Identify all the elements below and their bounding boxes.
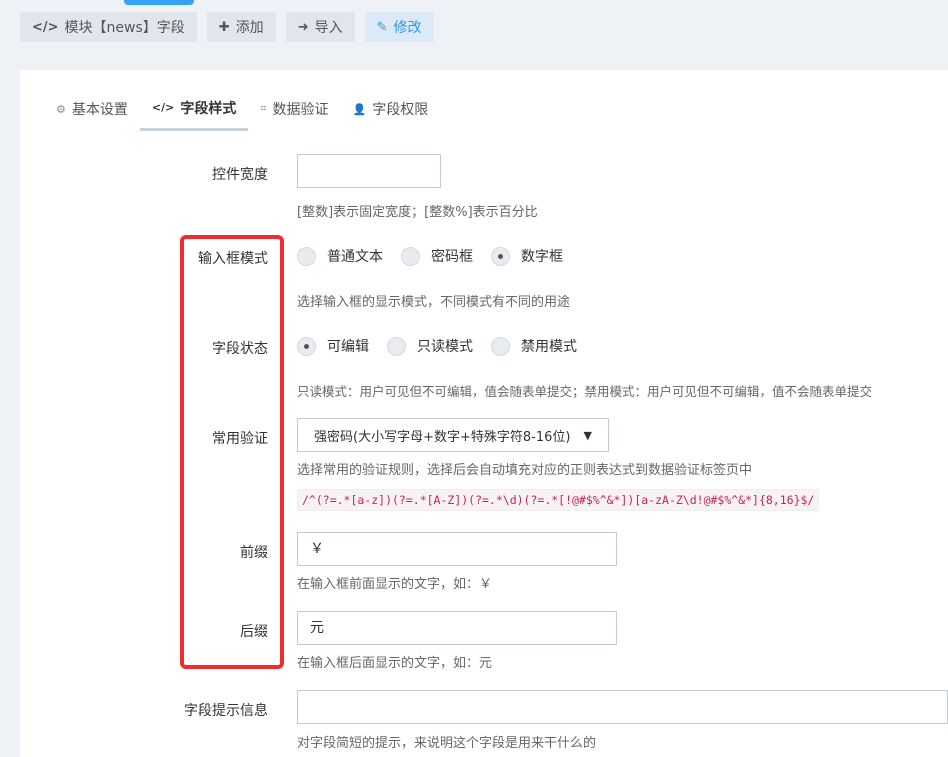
import-label: 导入: [314, 20, 343, 36]
radio-plain-text[interactable]: 普通文本: [297, 246, 383, 266]
chevron-down-icon: ▼: [583, 428, 592, 442]
prefix-help: 在输入框前面显示的文字，如：￥: [297, 577, 493, 592]
radio-label: 密码框: [431, 249, 473, 265]
crop-icon: ⌗: [260, 102, 267, 115]
suffix-help: 在输入框后面显示的文字，如：元: [297, 656, 493, 671]
suffix-input[interactable]: 元: [297, 611, 617, 645]
import-button[interactable]: ➜ 导入: [285, 12, 355, 42]
code-icon: </>: [151, 101, 175, 114]
prefix-input[interactable]: ￥: [297, 532, 617, 566]
tip-help: 对字段简短的提示，来说明这个字段是用来干什么的: [297, 736, 597, 751]
radio-disabled[interactable]: 禁用模式: [491, 336, 577, 356]
input-mode-label: 输入框模式: [198, 251, 268, 267]
prefix-label: 前缀: [240, 545, 268, 561]
width-help: [整数]表示固定宽度；[整数%]表示百分比: [297, 205, 538, 220]
radio-circle: [491, 246, 510, 266]
tip-input[interactable]: [297, 690, 948, 724]
gear-icon: ⚙: [56, 102, 66, 116]
validation-help: 选择常用的验证规则，选择后会自动填充对应的正则表达式到数据验证标签页中: [297, 463, 753, 478]
tab-bar: ⚙ 基本设置 </> 字段样式 ⌗ 数据验证 👤 字段权限: [44, 87, 440, 131]
highlight-box: [180, 235, 284, 669]
tab-basic-settings[interactable]: ⚙ 基本设置: [44, 87, 140, 131]
edit-button[interactable]: ✎ 修改: [364, 12, 434, 42]
radio-password[interactable]: 密码框: [401, 246, 473, 266]
radio-circle: [297, 246, 316, 266]
form-panel: ⚙ 基本设置 </> 字段样式 ⌗ 数据验证 👤 字段权限 控件宽度 [整数]表…: [20, 70, 948, 757]
validation-label: 常用验证: [212, 431, 268, 447]
add-label: 添加: [235, 20, 264, 36]
tab-label: 数据验证: [272, 102, 329, 118]
validation-selected: 强密码(大小写字母+数字+特殊字符8-16位): [314, 429, 571, 445]
radio-circle: [491, 336, 510, 356]
field-state-label: 字段状态: [212, 341, 268, 357]
width-label: 控件宽度: [212, 167, 268, 183]
tab-label: 字段样式: [180, 100, 237, 117]
tab-label: 基本设置: [71, 102, 128, 118]
module-fields-label: 模块【news】字段: [64, 20, 185, 36]
radio-editable[interactable]: 可编辑: [297, 336, 369, 356]
top-accent-bar: [124, 0, 194, 5]
edit-label: 修改: [393, 20, 422, 36]
add-button[interactable]: ✚ 添加: [206, 12, 276, 42]
module-fields-button[interactable]: </> 模块【news】字段: [20, 12, 197, 42]
radio-number[interactable]: 数字框: [491, 246, 563, 266]
tab-data-validation[interactable]: ⌗ 数据验证: [248, 87, 340, 131]
edit-icon: ✎: [376, 19, 388, 35]
plus-icon: ✚: [218, 19, 230, 35]
width-input[interactable]: [297, 154, 441, 188]
user-icon: 👤: [352, 102, 367, 116]
sign-in-icon: ➜: [297, 19, 309, 35]
radio-circle: [387, 336, 406, 356]
radio-label: 可编辑: [327, 339, 369, 355]
radio-circle: [297, 336, 316, 356]
code-icon: </>: [32, 19, 59, 35]
radio-label: 禁用模式: [521, 339, 577, 355]
tab-field-style[interactable]: </> 字段样式: [139, 87, 249, 131]
radio-label: 数字框: [521, 249, 563, 265]
field-state-help: 只读模式：用户可见但不可编辑，值会随表单提交；禁用模式：用户可见但不可编辑，值不…: [297, 384, 873, 399]
radio-circle: [401, 246, 420, 266]
validation-regex: /^(?=.*[a-z])(?=.*[A-Z])(?=.*\d)(?=.*[!@…: [297, 489, 820, 511]
toolbar: </> 模块【news】字段 ✚ 添加 ➜ 导入 ✎ 修改: [20, 12, 434, 42]
suffix-label: 后缀: [240, 624, 268, 640]
radio-label: 普通文本: [327, 249, 383, 265]
input-mode-help: 选择输入框的显示模式，不同模式有不同的用途: [297, 295, 571, 310]
validation-select[interactable]: 强密码(大小写字母+数字+特殊字符8-16位) ▼: [297, 418, 609, 452]
input-mode-radios: 普通文本 密码框 数字框: [297, 246, 581, 266]
tab-field-permission[interactable]: 👤 字段权限: [341, 87, 441, 131]
radio-readonly[interactable]: 只读模式: [387, 336, 473, 356]
tab-label: 字段权限: [372, 102, 429, 118]
field-state-radios: 可编辑 只读模式 禁用模式: [297, 336, 595, 356]
radio-label: 只读模式: [417, 339, 473, 355]
tip-label: 字段提示信息: [184, 703, 268, 719]
